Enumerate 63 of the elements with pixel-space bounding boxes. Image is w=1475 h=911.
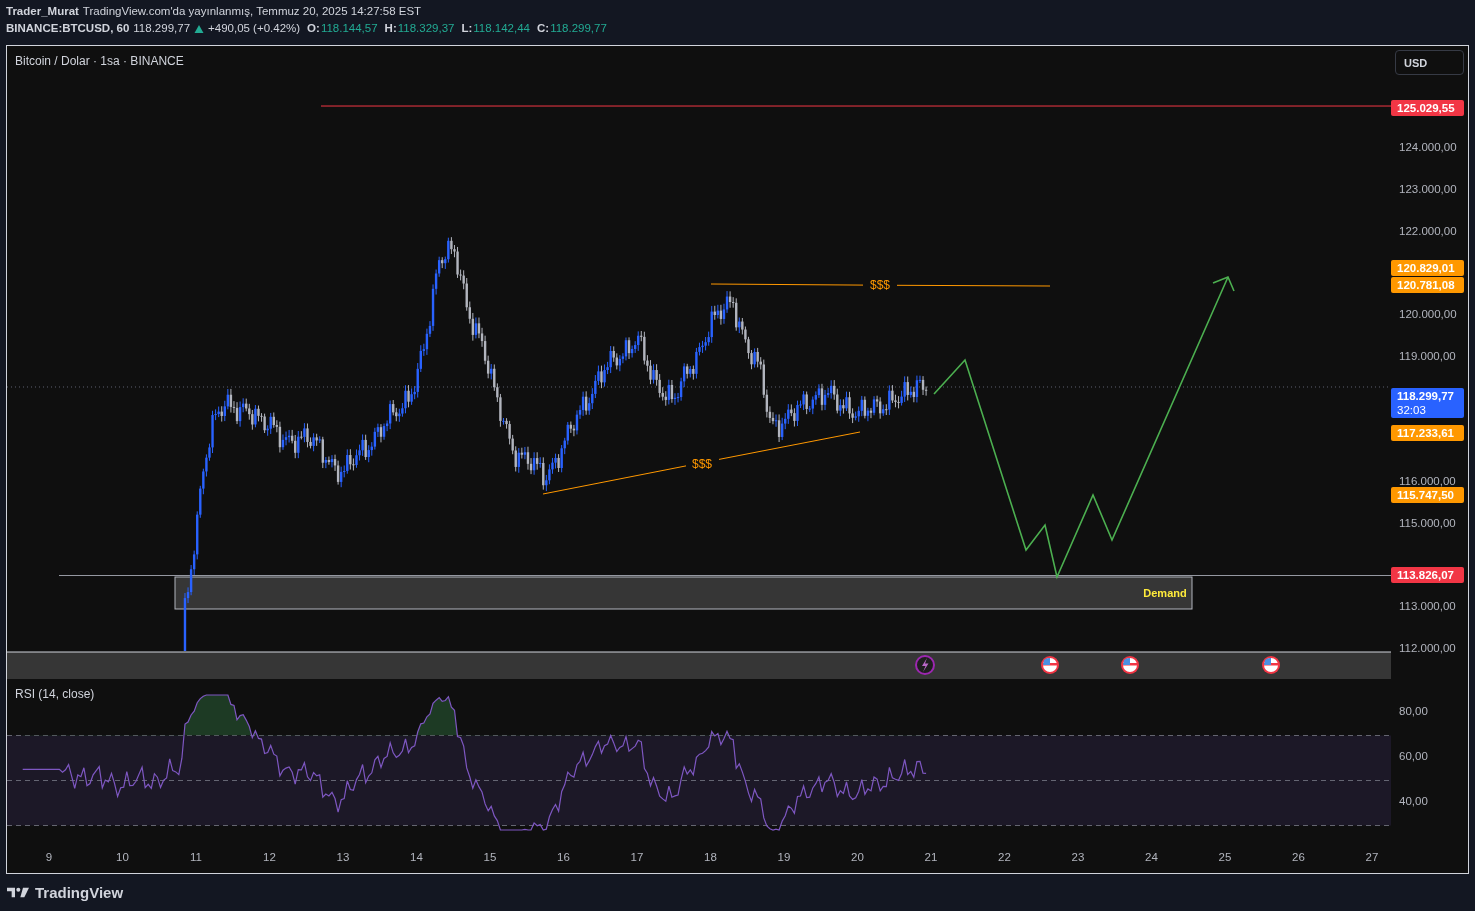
triangle-icon (194, 23, 205, 34)
zone-label: Demand (1143, 587, 1187, 599)
time-tick: 9 (44, 851, 54, 863)
price-tick: 119.000,00 (1399, 349, 1456, 362)
ohlc-value: 118.142,44 (473, 21, 530, 36)
price-tick: 115.000,00 (1399, 516, 1456, 529)
time-tick: 20 (850, 851, 865, 863)
price-tick: 122.000,00 (1399, 224, 1457, 237)
time-tick: 18 (703, 851, 718, 863)
time-tick: 22 (997, 851, 1012, 863)
time-tick: 25 (1217, 851, 1233, 863)
time-tick: 23 (1070, 851, 1086, 863)
time-tick: 11 (189, 851, 203, 863)
time-tick: 15 (482, 851, 498, 863)
time-tick: 16 (556, 851, 571, 863)
price-tick: 112.000,00 (1399, 642, 1456, 654)
price-label: 120.829,01 (1391, 260, 1464, 276)
flag-icon (1121, 656, 1139, 674)
price-tick: 124.000,00 (1399, 141, 1457, 153)
price-label: 120.781,08 (1391, 277, 1464, 293)
price-change: +490,05 (+0.42%) (208, 21, 301, 36)
symbol-name: BINANCE:BTCUSD, 60 (6, 21, 130, 36)
flag-icon (1262, 656, 1280, 674)
last-price: 118.299,77 (133, 21, 191, 36)
time-tick: 17 (629, 851, 645, 863)
rsi-tick: 40,00 (1399, 795, 1428, 807)
ohlc-label: C: (537, 21, 550, 36)
brand-name: TradingView (35, 884, 124, 901)
time-tick: 26 (1291, 851, 1306, 863)
time-tick: 12 (262, 851, 277, 863)
author-name: Trader_Murat (6, 4, 79, 19)
time-tick: 21 (923, 851, 939, 863)
price-label: 117.233,61 (1391, 425, 1464, 441)
price-tick: 113.000,00 (1399, 600, 1456, 613)
price-label: 118.299,77 32:03 (1391, 388, 1464, 418)
price-tick: 116.000,00 (1399, 475, 1456, 487)
time-tick: 27 (1364, 851, 1380, 863)
price-tick: 123.000,00 (1399, 182, 1457, 195)
time-tick: 14 (409, 851, 424, 863)
liquidity-label: $$$ (870, 278, 890, 292)
time-tick: 10 (115, 851, 130, 863)
ohlc-label: L: (461, 21, 473, 36)
price-label: 115.747,50 (1391, 487, 1464, 503)
ohlc-label: O: (307, 21, 320, 36)
liquidity-label: $$$ (692, 457, 712, 471)
ohlc-value: 118.299,77 (550, 21, 607, 36)
publish-info: TradingView.com'da yayınlanmış, Temmuz 20, 2025 14:27:58 EST (82, 4, 422, 19)
time-tick: 13 (335, 851, 351, 863)
ohlc-label: H: (384, 21, 397, 36)
price-tick: 120.000,00 (1399, 308, 1457, 320)
time-tick: 24 (1144, 851, 1159, 863)
ohlc-value: 118.144,57 (320, 21, 378, 36)
currency-button[interactable]: USD (1395, 50, 1464, 75)
flag-icon (1041, 656, 1059, 674)
chart-legend: Bitcoin / Dolar · 1sa · BINANCE (15, 54, 184, 68)
rsi-tick: 80,00 (1399, 705, 1428, 717)
price-label: 125.029,55 (1391, 100, 1464, 116)
price-label: 113.826,07 (1391, 567, 1464, 583)
ohlc-value: 118.329,37 (397, 21, 455, 36)
rsi-tick: 60,00 (1399, 750, 1428, 762)
time-tick: 19 (776, 851, 792, 863)
rsi-title: RSI (14, close) (15, 687, 95, 701)
brand-logo-icon (7, 886, 31, 899)
